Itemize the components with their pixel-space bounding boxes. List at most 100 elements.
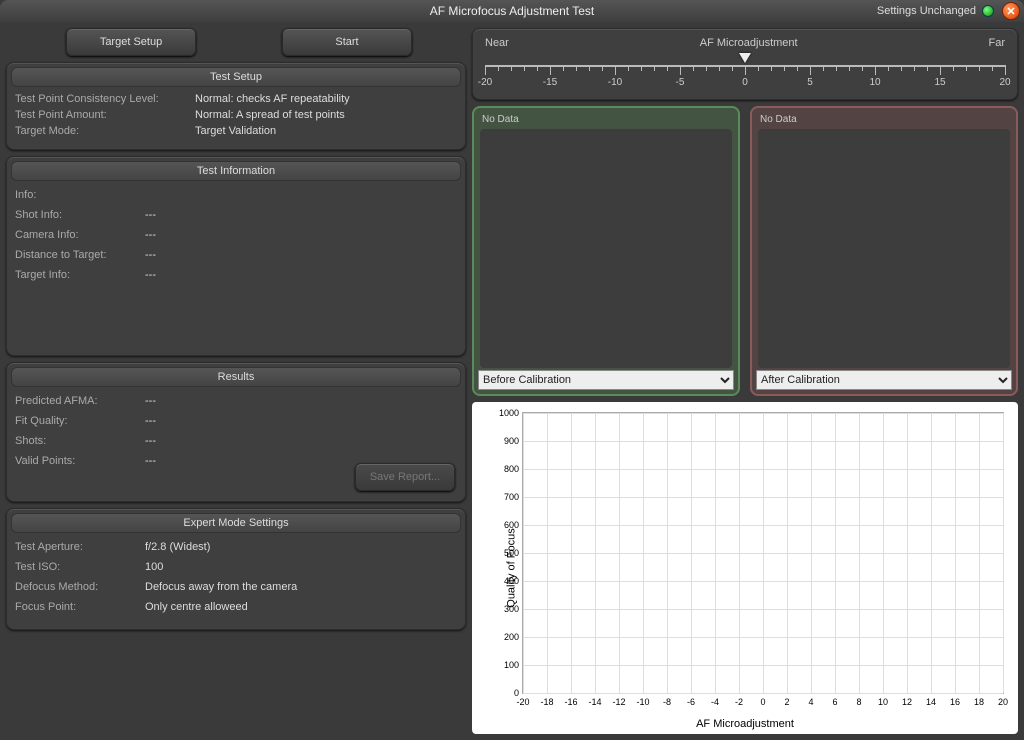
field-value: Defocus away from the camera: [145, 581, 297, 593]
field-value: ---: [145, 249, 156, 261]
chart-xtick: -8: [663, 693, 671, 707]
field-label: Test ISO:: [15, 561, 145, 573]
chart-xtick: 12: [902, 693, 912, 707]
field-label: Target Mode:: [15, 125, 195, 137]
slider-tick-label: 10: [869, 77, 880, 88]
chart-ytick: 0: [514, 688, 523, 698]
status-led-icon: [982, 5, 994, 17]
before-preview-canvas: [480, 129, 732, 368]
chart-ytick: 300: [504, 604, 523, 614]
chart-ytick: 100: [504, 660, 523, 670]
chart-xtick: -14: [588, 693, 601, 707]
field-row: Target Info:---: [15, 269, 457, 281]
chart-xtick: 0: [760, 693, 765, 707]
field-label: Predicted AFMA:: [15, 395, 145, 407]
field-label: Valid Points:: [15, 455, 145, 467]
field-label: Distance to Target:: [15, 249, 145, 261]
field-row: Camera Info:---: [15, 229, 457, 241]
field-label: Target Info:: [15, 269, 145, 281]
slider-tick-label: -10: [608, 77, 622, 88]
field-value: f/2.8 (Widest): [145, 541, 210, 553]
slider-far-label: Far: [989, 37, 1006, 49]
field-label: Shot Info:: [15, 209, 145, 221]
chart-xtick: -18: [540, 693, 553, 707]
start-button[interactable]: Start: [282, 28, 412, 56]
chart-xtick: 10: [878, 693, 888, 707]
chart-ytick: 700: [504, 492, 523, 502]
chart-xtick: -16: [564, 693, 577, 707]
after-dropdown[interactable]: After Calibration: [756, 370, 1012, 390]
after-status: No Data: [756, 112, 1012, 127]
slider-tick-label: -5: [676, 77, 685, 88]
field-value: ---: [145, 415, 156, 427]
field-value: Target Validation: [195, 125, 276, 137]
field-row: Target Mode:Target Validation: [15, 125, 457, 137]
chart-xlabel: AF Microadjustment: [696, 718, 794, 730]
panel-title: Expert Mode Settings: [11, 513, 461, 533]
chart-xtick: 20: [998, 693, 1008, 707]
status-text: Settings Unchanged: [877, 5, 976, 17]
after-preview-panel: No Data After Calibration: [750, 106, 1018, 396]
field-row: Defocus Method:Defocus away from the cam…: [15, 581, 457, 593]
save-report-button[interactable]: Save Report...: [355, 463, 455, 491]
status-indicator: Settings Unchanged: [877, 5, 994, 17]
field-row: Info:: [15, 189, 457, 201]
focus-chart: Quality of Focus AF Microadjustment -2 0 -…: [472, 402, 1018, 734]
before-dropdown[interactable]: Before Calibration: [478, 370, 734, 390]
field-label: Defocus Method:: [15, 581, 145, 593]
field-value: ---: [145, 395, 156, 407]
field-value: ---: [145, 455, 156, 467]
slider-center-label: AF Microadjustment: [509, 37, 989, 49]
test-setup-panel: Test Setup Test Point Consistency Level:…: [6, 62, 466, 150]
chart-xtick: 2: [784, 693, 789, 707]
chart-xtick: 18: [974, 693, 984, 707]
expert-mode-panel: Expert Mode Settings Test Aperture:f/2.8…: [6, 508, 466, 630]
panel-title: Test Information: [11, 161, 461, 181]
field-value: ---: [145, 435, 156, 447]
chart-xtick: 6: [832, 693, 837, 707]
field-row: Shot Info:---: [15, 209, 457, 221]
slider-tick-label: -20: [478, 77, 492, 88]
field-value: ---: [145, 229, 156, 241]
chart-ytick: 800: [504, 464, 523, 474]
afma-slider-panel: Near AF Microadjustment Far -20-15-10-50…: [472, 28, 1018, 100]
slider-tick-label: -15: [543, 77, 557, 88]
chart-ylabel: Quality of Focus: [506, 528, 518, 607]
chart-xtick: -2: [735, 693, 743, 707]
field-row: Shots:---: [15, 435, 457, 447]
field-row: Focus Point:Only centre alloweed: [15, 601, 457, 613]
slider-tick-label: 5: [807, 77, 813, 88]
chart-xtick: -10: [636, 693, 649, 707]
target-setup-button[interactable]: Target Setup: [66, 28, 196, 56]
after-preview-canvas: [758, 129, 1010, 368]
field-value: Normal: checks AF repeatability: [195, 93, 350, 105]
titlebar: AF Microfocus Adjustment Test Settings U…: [0, 0, 1024, 22]
close-button[interactable]: ✕: [1002, 2, 1020, 20]
field-label: Fit Quality:: [15, 415, 145, 427]
field-row: Test ISO:100: [15, 561, 457, 573]
field-value: 100: [145, 561, 163, 573]
results-panel: Results Predicted AFMA:---Fit Quality:--…: [6, 362, 466, 502]
field-label: Camera Info:: [15, 229, 145, 241]
field-row: Fit Quality:---: [15, 415, 457, 427]
slider-tick-label: 15: [934, 77, 945, 88]
chart-xtick: -4: [711, 693, 719, 707]
chart-xtick: -6: [687, 693, 695, 707]
field-row: Test Point Amount:Normal: A spread of te…: [15, 109, 457, 121]
app-window: AF Microfocus Adjustment Test Settings U…: [0, 0, 1024, 740]
afma-slider[interactable]: -20-15-10-505101520: [485, 55, 1005, 89]
field-label: Shots:: [15, 435, 145, 447]
field-row: Test Aperture:f/2.8 (Widest): [15, 541, 457, 553]
before-status: No Data: [478, 112, 734, 127]
field-row: Distance to Target:---: [15, 249, 457, 261]
slider-near-label: Near: [485, 37, 509, 49]
field-row: Predicted AFMA:---: [15, 395, 457, 407]
panel-title: Results: [11, 367, 461, 387]
chart-xtick: 14: [926, 693, 936, 707]
field-value: Only centre alloweed: [145, 601, 248, 613]
chart-ytick: 200: [504, 632, 523, 642]
window-title: AF Microfocus Adjustment Test: [0, 4, 1024, 18]
field-value: Normal: A spread of test points: [195, 109, 345, 121]
slider-thumb[interactable]: [739, 53, 751, 63]
chart-ytick: 600: [504, 520, 523, 530]
